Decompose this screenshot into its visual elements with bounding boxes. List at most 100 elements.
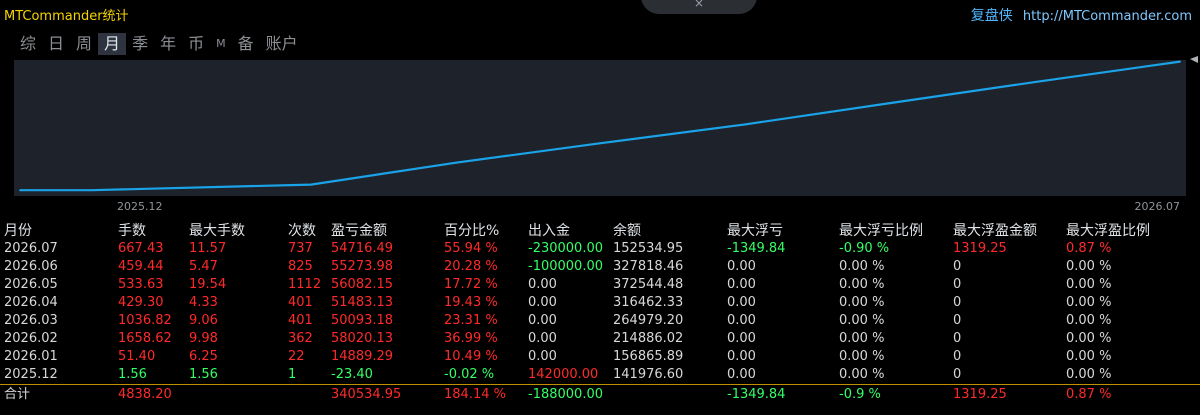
cell-最大浮亏: -1349.84 bbox=[727, 387, 786, 402]
table-row: 2026.06 459.44 5.47 825 55273.98 20.28 % -1000… bbox=[0, 258, 1200, 276]
cell-最大浮亏: 0.00 bbox=[727, 277, 756, 292]
table-row: 2026.07 667.43 11.57 737 54716.49 55.94 % -230… bbox=[0, 240, 1200, 258]
cell-最大浮盈金额: 0 bbox=[953, 277, 962, 292]
cell-最大浮亏比例: 0.00 % bbox=[839, 313, 885, 328]
cell-月份: 月份 bbox=[4, 223, 32, 239]
brand-name: 复盘侠 bbox=[970, 8, 1013, 24]
cell-最大手数: 9.06 bbox=[189, 313, 218, 328]
cell-次数: 1112 bbox=[288, 277, 322, 292]
cell-最大浮亏比例: -0.9 % bbox=[839, 387, 881, 402]
cell-百分比%: 184.14 % bbox=[444, 387, 506, 402]
cell-月份: 2026.04 bbox=[4, 295, 58, 310]
cell-百分比%: 10.49 % bbox=[444, 349, 498, 364]
cell-手数: 533.63 bbox=[118, 277, 164, 292]
cell-次数: 次数 bbox=[288, 223, 316, 239]
cell-余额: 264979.20 bbox=[613, 313, 684, 328]
table-row: 2026.05 533.63 19.54 1112 56082.15 17.72 % 0.0… bbox=[0, 276, 1200, 294]
cell-盈亏金额: 盈亏金额 bbox=[331, 223, 387, 239]
cell-月份: 2026.05 bbox=[4, 277, 58, 292]
cell-最大浮亏: -1349.84 bbox=[727, 241, 786, 256]
tab-1[interactable]: 日 bbox=[42, 33, 70, 55]
cell-手数: 667.43 bbox=[118, 241, 164, 256]
cell-最大手数: 最大手数 bbox=[189, 223, 245, 239]
tab-4[interactable]: 季 bbox=[126, 33, 154, 55]
equity-point-2025.11 bbox=[19, 189, 21, 192]
cell-最大手数: 1.56 bbox=[189, 367, 218, 382]
cell-出入金: 出入金 bbox=[528, 223, 570, 239]
tab-2[interactable]: 周 bbox=[70, 33, 98, 55]
tab-9[interactable]: 账户 bbox=[260, 33, 304, 55]
cell-手数: 1036.82 bbox=[118, 313, 172, 328]
cell-盈亏金额: -23.40 bbox=[331, 367, 373, 382]
cell-最大浮亏比例: 0.00 % bbox=[839, 367, 885, 382]
cell-最大手数: 4.33 bbox=[189, 295, 218, 310]
cell-盈亏金额: 50093.18 bbox=[331, 313, 394, 328]
table-total-row: 合计 4838.20 340534.95 184.14 % -188000.00 -134… bbox=[0, 384, 1200, 404]
cell-百分比%: 23.31 % bbox=[444, 313, 498, 328]
cell-出入金: 0.00 bbox=[528, 331, 557, 346]
table-row: 2025.12 1.56 1.56 1 -23.40 -0.02 % 142000.00 14… bbox=[0, 366, 1200, 384]
cell-余额: 316462.33 bbox=[613, 295, 684, 310]
cell-出入金: 0.00 bbox=[528, 277, 557, 292]
table-header: 月份 手数 最大手数 次数 盈亏金额 百分比% 出入金 余额 最大浮亏 最大浮亏比例 最大浮盈金额 最… bbox=[0, 222, 1200, 240]
tab-3[interactable]: 月 bbox=[98, 33, 127, 55]
equity-point-2026.05 bbox=[889, 102, 891, 105]
app-title: MTCommander统计 bbox=[4, 9, 129, 24]
equity-point-2026.03 bbox=[595, 142, 597, 145]
cell-最大浮盈金额: 0 bbox=[953, 313, 962, 328]
cell-盈亏金额: 51483.13 bbox=[331, 295, 394, 310]
cell-盈亏金额: 58020.13 bbox=[331, 331, 394, 346]
cell-百分比%: -0.02 % bbox=[444, 367, 495, 382]
cell-最大浮亏比例: 0.00 % bbox=[839, 295, 885, 310]
cell-最大浮亏: 0.00 bbox=[727, 349, 756, 364]
period-tabs: 综日周月季年币 M 备账户 bbox=[14, 33, 304, 55]
cell-余额: 372544.48 bbox=[613, 277, 684, 292]
cell-次数: 362 bbox=[288, 331, 313, 346]
cell-最大浮盈金额: 最大浮盈金额 bbox=[953, 223, 1037, 239]
title-bar: MTCommander统计 × 复盘侠 http://MTCommander.c… bbox=[0, 0, 1200, 30]
cell-月份: 2026.02 bbox=[4, 331, 58, 346]
cell-手数: 51.40 bbox=[118, 349, 156, 364]
cell-最大浮盈比例: 0.00 % bbox=[1066, 349, 1112, 364]
cell-最大浮亏: 0.00 bbox=[727, 331, 756, 346]
equity-point-2026.01 bbox=[310, 183, 312, 186]
cell-手数: 1658.62 bbox=[118, 331, 172, 346]
cell-手数: 手数 bbox=[118, 223, 146, 239]
cell-最大手数: 5.47 bbox=[189, 259, 218, 274]
cell-最大浮亏比例: 最大浮亏比例 bbox=[839, 223, 923, 239]
tab-7[interactable]: M bbox=[210, 33, 232, 55]
table-row: 2026.02 1658.62 9.98 362 58020.13 36.99 % 0.00… bbox=[0, 330, 1200, 348]
cell-余额: 156865.89 bbox=[613, 349, 684, 364]
cell-最大浮盈金额: 0 bbox=[953, 295, 962, 310]
equity-point-2025.12 bbox=[91, 189, 93, 192]
cell-最大浮亏: 0.00 bbox=[727, 313, 756, 328]
cell-月份: 2026.06 bbox=[4, 259, 58, 274]
cell-余额: 327818.46 bbox=[613, 259, 684, 274]
cell-百分比%: 百分比% bbox=[444, 223, 500, 239]
cell-次数: 401 bbox=[288, 313, 313, 328]
cell-最大浮亏比例: 0.00 % bbox=[839, 331, 885, 346]
cell-余额: 214886.02 bbox=[613, 331, 684, 346]
tab-0[interactable]: 综 bbox=[14, 33, 42, 55]
table-row: 2026.03 1036.82 9.06 401 50093.18 23.31 % 0.00… bbox=[0, 312, 1200, 330]
cell-出入金: 0.00 bbox=[528, 313, 557, 328]
tab-5[interactable]: 年 bbox=[154, 33, 182, 55]
cell-盈亏金额: 340534.95 bbox=[331, 387, 402, 402]
cell-最大手数: 19.54 bbox=[189, 277, 227, 292]
cell-最大浮盈比例: 0.00 % bbox=[1066, 367, 1112, 382]
cell-盈亏金额: 56082.15 bbox=[331, 277, 394, 292]
cell-最大浮亏: 0.00 bbox=[727, 295, 756, 310]
table-row: 2026.01 51.40 6.25 22 14889.29 10.49 % 0.00 156… bbox=[0, 348, 1200, 366]
cell-最大浮盈金额: 0 bbox=[953, 367, 962, 382]
close-handle[interactable]: × bbox=[641, 0, 757, 14]
cell-出入金: 0.00 bbox=[528, 295, 557, 310]
tab-6[interactable]: 币 bbox=[182, 33, 210, 55]
close-icon[interactable]: × bbox=[641, 0, 757, 10]
chart-scroll-arrow-icon[interactable] bbox=[1190, 56, 1198, 63]
cell-盈亏金额: 55273.98 bbox=[331, 259, 394, 274]
equity-point-2026.04 bbox=[745, 123, 747, 126]
brand-url-link[interactable]: http://MTCommander.com bbox=[1023, 9, 1192, 24]
cell-百分比%: 36.99 % bbox=[444, 331, 498, 346]
cell-最大浮亏比例: 0.00 % bbox=[839, 349, 885, 364]
tab-8[interactable]: 备 bbox=[232, 33, 260, 55]
